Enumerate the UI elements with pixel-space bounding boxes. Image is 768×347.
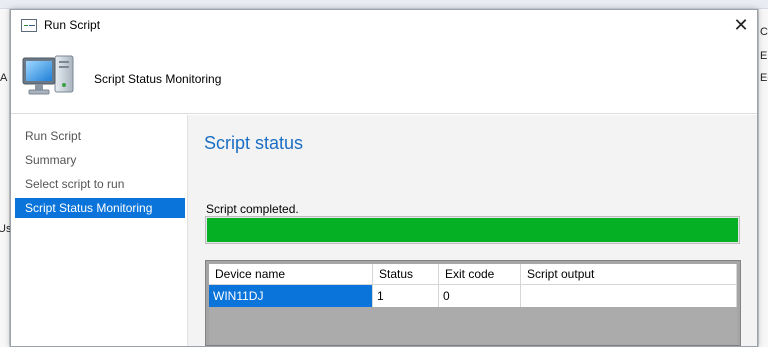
cell-device-name[interactable]: WIN11DJ	[209, 285, 373, 307]
column-header-status[interactable]: Status	[373, 264, 439, 285]
column-header-script-output[interactable]: Script output	[521, 264, 737, 285]
background-left-pane: A Us	[0, 9, 11, 347]
nav-item-summary[interactable]: Summary	[15, 150, 185, 170]
background-text: Ed	[760, 72, 768, 84]
background-right-pane: Cl En Ed	[758, 9, 768, 347]
run-script-dialog: Run Script ✕ Script Status Monitoring Ru…	[10, 9, 758, 347]
grid-header-row: Device name Status Exit code Script outp…	[209, 264, 737, 285]
table-row[interactable]: WIN11DJ 1 0	[209, 285, 737, 307]
cell-status[interactable]: 1	[373, 285, 439, 307]
script-window-icon	[21, 19, 37, 32]
section-title: Script status	[204, 133, 304, 153]
column-header-device-name[interactable]: Device name	[209, 264, 373, 285]
nav-item-script-status-monitoring[interactable]: Script Status Monitoring	[15, 198, 185, 218]
wizard-body: Run Script Summary Select script to run …	[11, 115, 757, 346]
nav-item-select-script[interactable]: Select script to run	[15, 174, 185, 194]
column-header-exit-code[interactable]: Exit code	[439, 264, 521, 285]
wizard-header: Script Status Monitoring	[11, 42, 757, 114]
background-text: En	[760, 50, 768, 62]
dialog-title: Run Script	[44, 18, 101, 32]
script-progress-bar	[205, 216, 740, 244]
title-bar: Run Script ✕	[11, 10, 757, 42]
wizard-step-nav: Run Script Summary Select script to run …	[11, 115, 187, 346]
cell-exit-code[interactable]: 0	[439, 285, 521, 307]
wizard-step-heading: Script Status Monitoring	[94, 72, 222, 86]
progress-fill	[207, 218, 738, 242]
background-text: A	[0, 72, 8, 84]
grid-body: Device name Status Exit code Script outp…	[209, 264, 737, 344]
background-toolbar	[0, 0, 768, 9]
close-icon: ✕	[733, 14, 749, 35]
content-panel: Script status Script completed. Device n…	[187, 115, 757, 346]
close-button[interactable]: ✕	[727, 13, 755, 37]
nav-item-run-script[interactable]: Run Script	[15, 126, 185, 146]
results-grid: Device name Status Exit code Script outp…	[205, 260, 741, 346]
cell-script-output[interactable]	[521, 285, 737, 307]
script-status-text: Script completed.	[206, 202, 299, 216]
computer-monitor-icon	[22, 55, 74, 95]
background-text: Cl	[760, 26, 768, 38]
